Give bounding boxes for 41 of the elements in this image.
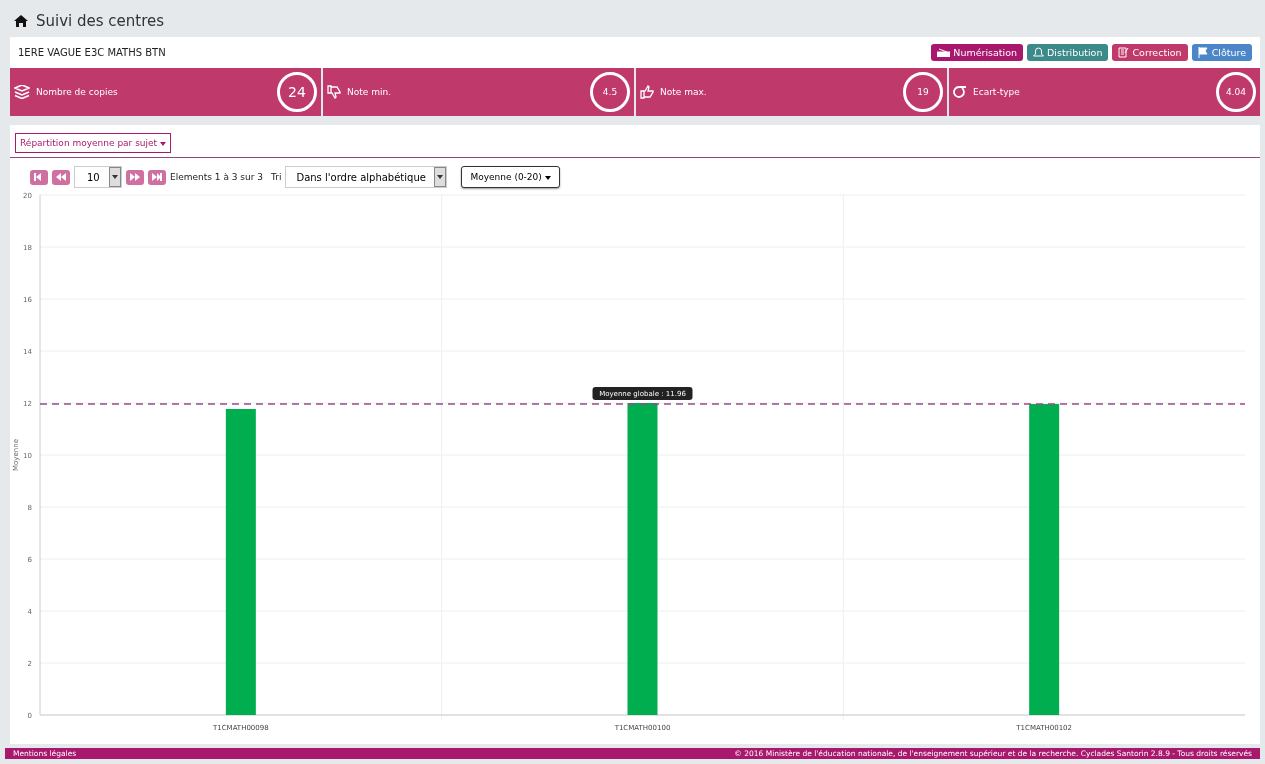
first-page-button[interactable]	[30, 169, 48, 185]
scanner-icon	[937, 48, 951, 57]
last-page-button[interactable]	[148, 169, 166, 185]
action-button[interactable]: Correction	[1112, 44, 1188, 61]
home-icon[interactable]	[14, 15, 28, 27]
stat-label: Ecart-type	[973, 87, 1021, 97]
page-range: Elements 1 à 3 sur 3	[170, 172, 264, 182]
next-page-button[interactable]	[126, 169, 144, 185]
sort-label: Tri	[271, 172, 282, 182]
action-button[interactable]: Numérisation	[931, 44, 1024, 61]
caret-icon	[544, 176, 551, 180]
exam-name: 1ERE VAGUE E3C MATHS BTN	[18, 47, 166, 58]
previous-page-icon	[56, 173, 66, 181]
stat-label: Note min.	[347, 87, 392, 97]
caret-icon	[160, 142, 167, 146]
page-size-select[interactable]: 10	[74, 166, 122, 188]
last-page-icon	[152, 173, 162, 181]
stat-value: 24	[277, 72, 317, 112]
caret-icon	[437, 175, 444, 179]
thumbs-down-icon	[327, 85, 341, 99]
edit-icon	[1118, 47, 1130, 58]
stat-value: 19	[903, 72, 943, 112]
next-page-icon	[130, 173, 140, 181]
action-button[interactable]: Distribution	[1027, 44, 1109, 61]
stat-label: Nombre de copies	[36, 87, 119, 97]
bell-icon	[1033, 47, 1045, 58]
first-page-icon	[34, 173, 44, 181]
view-dropdown[interactable]: Répartition moyenne par sujet	[15, 133, 172, 153]
flag-icon	[1197, 47, 1209, 58]
sort-select[interactable]: Dans l'ordre alphabétique	[285, 166, 448, 188]
stat-label: Note max.	[660, 87, 708, 97]
action-button[interactable]: Clôture	[1191, 44, 1252, 61]
caret-icon	[112, 175, 118, 179]
stat-value: 4.04	[1216, 72, 1256, 112]
page-title: Suivi des centres	[36, 12, 165, 30]
stat-value: 4.5	[590, 72, 630, 112]
measure-dropdown[interactable]: Moyenne (0-20)	[461, 166, 560, 188]
thumbs-up-icon	[640, 85, 654, 99]
sigma-icon	[953, 85, 967, 99]
previous-page-button[interactable]	[52, 169, 70, 185]
stack-icon	[14, 85, 30, 99]
